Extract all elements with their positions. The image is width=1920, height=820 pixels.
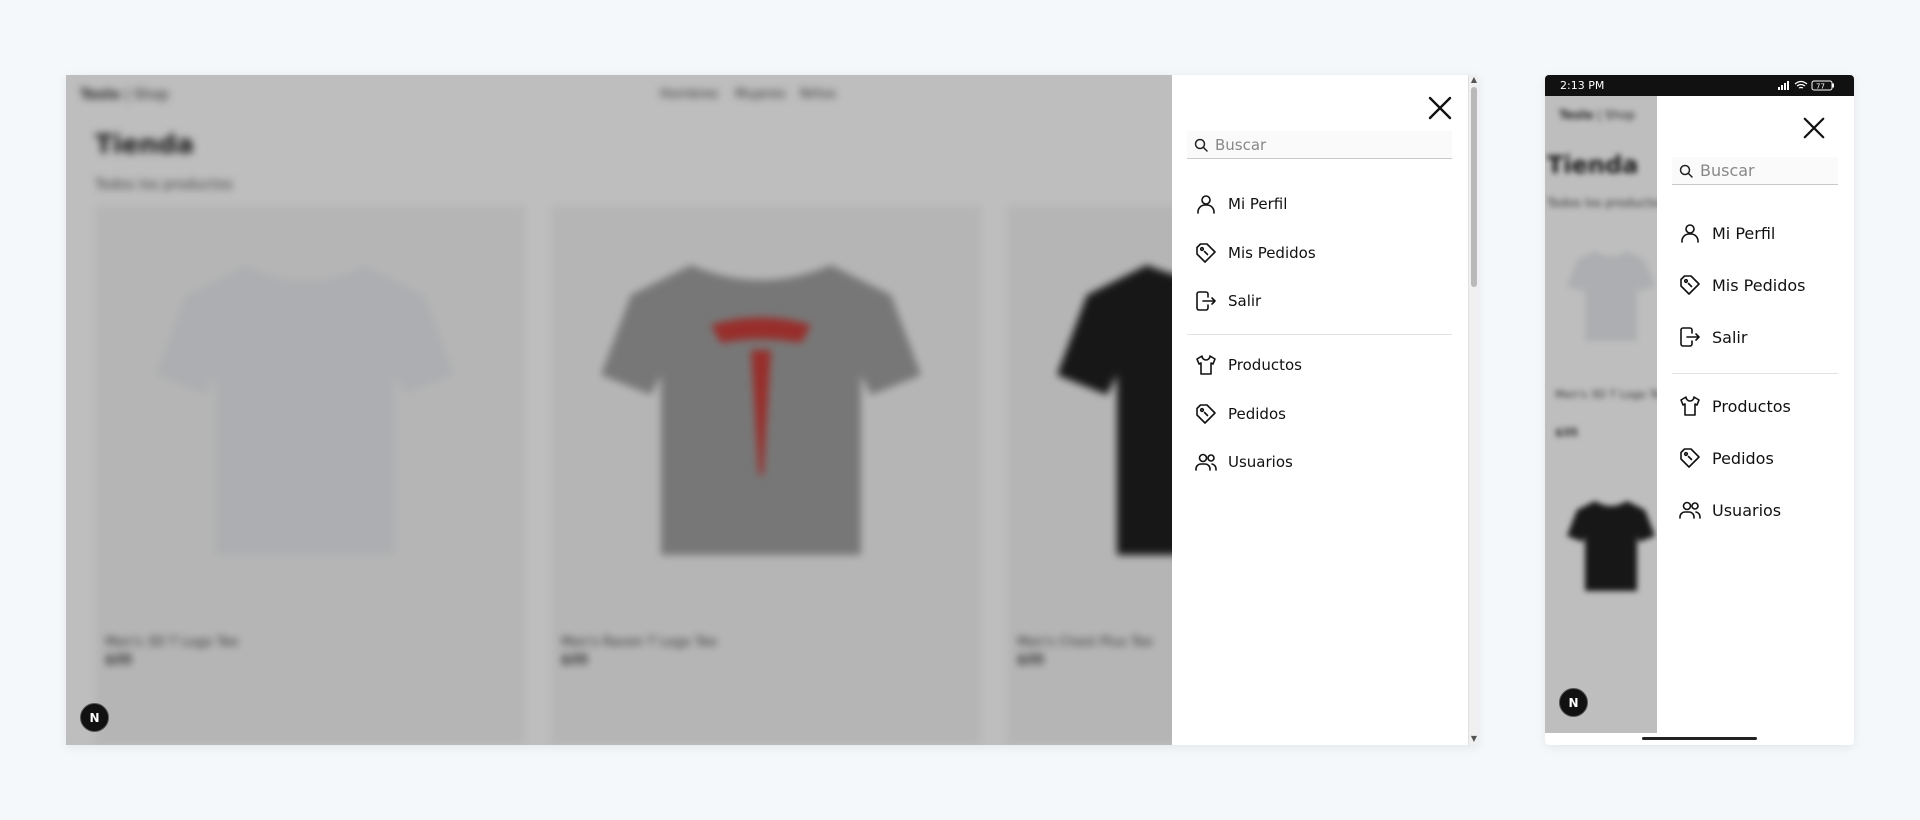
close-icon[interactable] — [1427, 95, 1453, 121]
menu-item-profile[interactable]: Mi Perfil — [1678, 221, 1775, 245]
menu-label: Pedidos — [1712, 448, 1774, 468]
menu-item-users[interactable]: Usuarios — [1678, 498, 1781, 522]
menu-label: Usuarios — [1228, 453, 1293, 471]
search-input[interactable] — [1700, 157, 1834, 184]
shirt-icon — [1678, 394, 1702, 418]
users-icon — [1678, 498, 1702, 522]
shirt-icon — [1194, 353, 1218, 377]
search-box[interactable] — [1672, 157, 1838, 185]
person-icon — [1194, 192, 1218, 216]
menu-label: Usuarios — [1712, 500, 1782, 520]
menu-label: Mi Perfil — [1712, 223, 1776, 243]
menu-divider — [1672, 373, 1838, 374]
search-icon — [1678, 163, 1694, 179]
ticket-icon — [1678, 273, 1702, 297]
menu-item-orders[interactable]: Pedidos — [1678, 446, 1774, 470]
menu-item-my-orders[interactable]: Mis Pedidos — [1194, 241, 1316, 265]
menu-label: Productos — [1712, 396, 1791, 416]
desktop-viewport: Teslo | Shop Hombres Mujeres Niños Tiend… — [66, 75, 1478, 745]
backdrop-overlay[interactable] — [1545, 96, 1657, 733]
status-bar: 2:13 PM 77 — [1545, 75, 1854, 96]
menu-label: Pedidos — [1228, 405, 1286, 423]
menu-label: Salir — [1712, 327, 1748, 347]
scroll-up-icon[interactable]: ▲ — [1470, 76, 1478, 84]
ticket-icon — [1678, 446, 1702, 470]
menu-label: Productos — [1228, 356, 1302, 374]
person-icon — [1678, 221, 1702, 245]
side-menu: Mi Perfil Mis Pedidos Salir Productos Pe… — [1657, 96, 1854, 733]
search-box[interactable] — [1187, 131, 1452, 159]
users-icon — [1194, 450, 1218, 474]
ticket-icon — [1194, 402, 1218, 426]
scroll-thumb[interactable] — [1471, 87, 1477, 287]
menu-label: Mis Pedidos — [1228, 244, 1316, 262]
mobile-viewport: 2:13 PM 77 Teslo | Shop Tienda Todos los… — [1545, 75, 1854, 745]
scroll-down-icon[interactable]: ▼ — [1470, 735, 1478, 743]
menu-divider — [1187, 334, 1452, 335]
menu-item-orders[interactable]: Pedidos — [1194, 402, 1286, 426]
home-indicator[interactable] — [1642, 737, 1757, 740]
signal-wifi-battery-icon: 77 — [1778, 80, 1834, 91]
logout-icon — [1194, 289, 1218, 313]
menu-item-profile[interactable]: Mi Perfil — [1194, 192, 1287, 216]
close-icon[interactable] — [1802, 116, 1826, 140]
menu-item-my-orders[interactable]: Mis Pedidos — [1678, 273, 1805, 297]
menu-item-users[interactable]: Usuarios — [1194, 450, 1293, 474]
logout-icon — [1678, 325, 1702, 349]
backdrop-overlay[interactable] — [66, 75, 1172, 745]
search-input[interactable] — [1215, 131, 1448, 158]
vertical-scrollbar[interactable]: ▲ ▼ — [1468, 75, 1478, 745]
side-menu: Mi Perfil Mis Pedidos Salir Productos Pe… — [1172, 75, 1468, 745]
search-icon — [1193, 137, 1209, 153]
menu-label: Salir — [1228, 292, 1262, 310]
nextjs-dev-badge[interactable]: N — [80, 703, 109, 732]
menu-item-logout[interactable]: Salir — [1678, 325, 1747, 349]
menu-item-products[interactable]: Productos — [1678, 394, 1791, 418]
menu-label: Mis Pedidos — [1712, 275, 1806, 295]
status-time: 2:13 PM — [1560, 79, 1605, 92]
menu-item-products[interactable]: Productos — [1194, 353, 1302, 377]
menu-label: Mi Perfil — [1228, 195, 1288, 213]
nextjs-dev-badge[interactable]: N — [1559, 688, 1588, 717]
battery-level: 77 — [1816, 83, 1825, 91]
ticket-icon — [1194, 241, 1218, 265]
menu-item-logout[interactable]: Salir — [1194, 289, 1261, 313]
